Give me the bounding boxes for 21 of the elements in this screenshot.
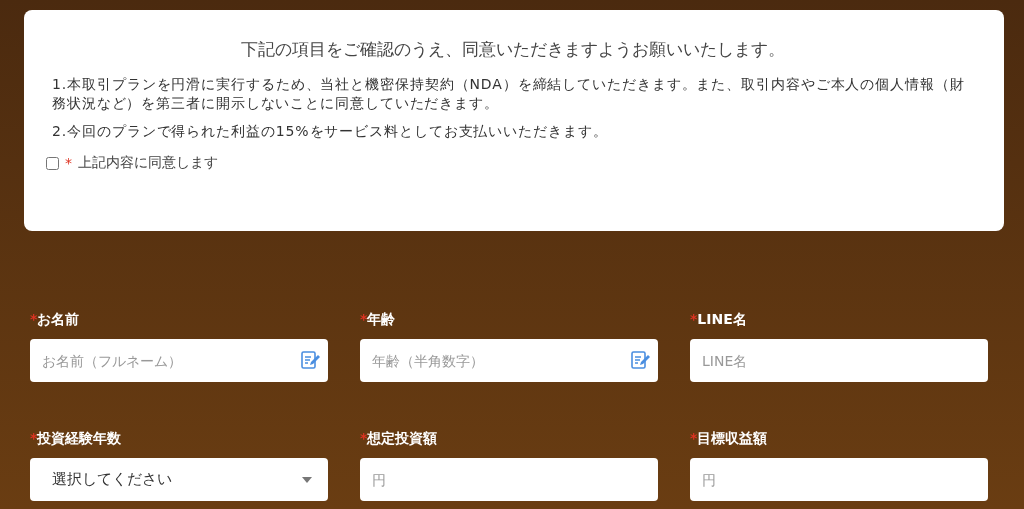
consent-checkbox[interactable] [46, 156, 59, 170]
edit-icon [300, 350, 320, 370]
caret-icon [302, 476, 312, 483]
field-label: *年齢 [360, 311, 397, 329]
field-label: *想定投資額 [360, 430, 439, 448]
input-field[interactable]: 年齢（半角数字） [360, 339, 658, 382]
field-label: *お名前 [30, 311, 81, 329]
terms-paragraph: 2.今回のプランで得られた利益の15%をサービス料としてお支払いいただきます。 [52, 122, 609, 141]
edit-icon [630, 350, 650, 370]
field-label: *LINE名 [690, 311, 748, 329]
consent-label: 上記内容に同意します [78, 154, 218, 172]
terms-paragraph: 1.本取引プランを円滑に実行するため、当社と機密保持契約（NDA）を締結していただきます。また、取引内容やご本人の個人情報（財務状況など）を第三者に開示しないことに同意していただきます。 [52, 75, 966, 113]
field-label: *目標収益額 [690, 430, 769, 448]
input-field[interactable]: 円 [690, 458, 988, 501]
input-field[interactable]: 円 [360, 458, 658, 501]
required-mark: * [65, 155, 72, 171]
agreement-title: 下記の項目をご確認のうえ、同意いただきますようお願いいたします。 [240, 38, 786, 61]
input-field[interactable]: お名前（フルネーム） [30, 339, 328, 382]
field-label: *投資経験年数 [30, 430, 123, 448]
select-field[interactable]: 選択してください [30, 458, 328, 501]
input-field[interactable]: LINE名 [690, 339, 988, 382]
